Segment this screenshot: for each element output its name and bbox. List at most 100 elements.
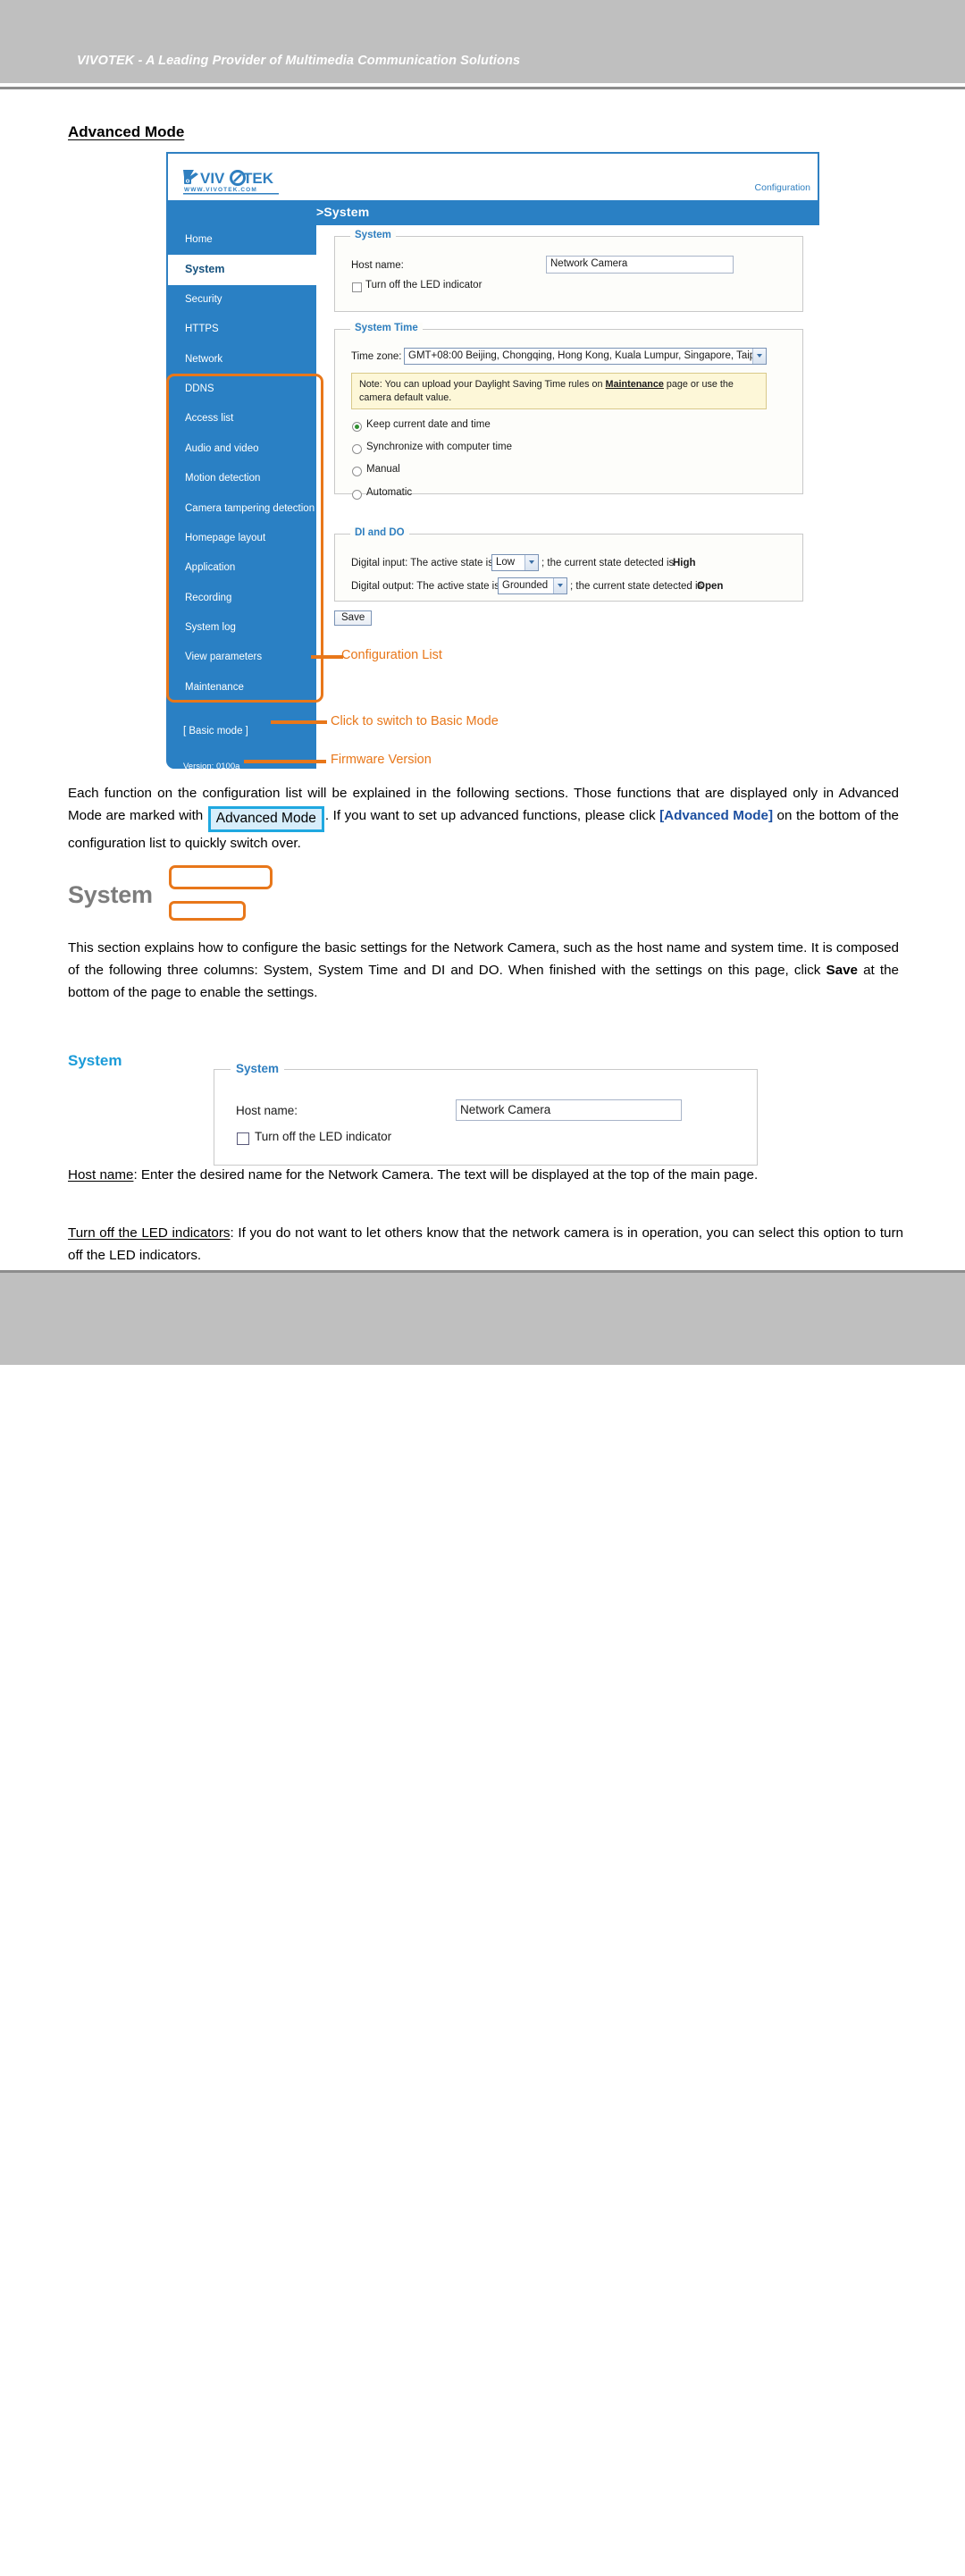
firmware-version-label: Version: 0100a: [183, 762, 240, 771]
di-and-do-fieldset: DI and DO Digital input: The active stat…: [334, 527, 803, 602]
led-indicator-label: Turn off the LED indicator: [365, 280, 482, 290]
screenshot-title-text: >System: [316, 205, 370, 219]
paragraph-host-name-rest: : Enter the desired name for the Network…: [133, 1167, 759, 1183]
digital-output-mid: ; the current state detected is: [570, 581, 703, 592]
heading-advanced-mode: Advanced Mode: [68, 123, 185, 140]
radio-synchronize-with-computer-time[interactable]: [352, 444, 362, 454]
digital-input-select[interactable]: Low: [491, 554, 539, 571]
sidebar-item-camera-tampering-detection[interactable]: Camera tampering detection: [168, 494, 316, 524]
sidebar-item-application[interactable]: Application: [168, 553, 316, 583]
annotation-label-firmware-version: Firmware Version: [331, 753, 432, 767]
paragraph-host-name-term: Host name: [68, 1167, 134, 1183]
svg-text:TEK: TEK: [243, 170, 274, 187]
system-panel-host-name-input[interactable]: Network Camera: [456, 1099, 682, 1121]
paragraph-led-indicators: Turn off the LED indicators: If you do n…: [68, 1222, 903, 1267]
system-panel-fieldset: System Host name: Network Camera Turn of…: [214, 1062, 758, 1166]
paragraph-system-part1: This section explains how to configure t…: [68, 940, 899, 978]
screenshot-title-bar: >System: [168, 200, 818, 225]
system-panel-led-checkbox[interactable]: [237, 1132, 249, 1145]
annotation-leader-firmware-version: [244, 760, 326, 763]
svg-text:VIV: VIV: [200, 170, 225, 187]
screenshot-logo-bar: VIV TEK WWW.VIVOTEK.COM Configuration: [168, 154, 818, 200]
host-name-label: Host name:: [351, 260, 404, 271]
time-zone-label: Time zone:: [351, 351, 402, 362]
radio-manual[interactable]: [352, 467, 362, 476]
sidebar-item-https[interactable]: HTTPS: [168, 315, 316, 344]
sidebar-item-view-parameters[interactable]: View parameters: [168, 643, 316, 672]
system-panel-host-name-label: Host name:: [236, 1104, 298, 1117]
save-button[interactable]: Save: [334, 610, 373, 626]
page-header-title: VIVOTEK - A Leading Provider of Multimed…: [77, 54, 521, 68]
system-time-fieldset: System Time Time zone: GMT+08:00 Beijing…: [334, 323, 803, 500]
sidebar-item-home[interactable]: Home: [168, 225, 316, 255]
sidebar-item-system-log[interactable]: System log: [168, 613, 316, 643]
page-footer-band: 24 - User's Manual: [0, 1273, 965, 2576]
maintenance-link[interactable]: Maintenance: [606, 379, 664, 390]
digital-output-state: Open: [697, 581, 724, 592]
sidebar-item-audio-and-video[interactable]: Audio and video: [168, 434, 316, 464]
sidebar-item-access-list[interactable]: Access list: [168, 404, 316, 434]
header-divider: [0, 87, 965, 89]
daylight-saving-note: Note: You can upload your Daylight Savin…: [351, 373, 767, 409]
annotation-leader-basic-mode: [271, 720, 327, 724]
note-text-before: Note: You can upload your Daylight Savin…: [359, 379, 606, 390]
radio-automatic[interactable]: [352, 490, 362, 500]
radio-keep-current-date-and-time[interactable]: [352, 422, 362, 432]
system-panel-legend: System: [231, 1062, 285, 1075]
page-footer-text: 24 - User's Manual: [70, 2563, 172, 2576]
host-name-input[interactable]: Network Camera: [546, 256, 734, 274]
digital-input-state: High: [673, 558, 696, 568]
svg-text:WWW.VIVOTEK.COM: WWW.VIVOTEK.COM: [184, 187, 257, 193]
digital-input-prefix: Digital input: The active state is: [351, 558, 493, 568]
led-indicator-checkbox[interactable]: [352, 282, 362, 292]
sidebar-item-network[interactable]: Network: [168, 345, 316, 375]
digital-output-prefix: Digital output: The active state is: [351, 581, 499, 592]
heading-system: System: [68, 881, 153, 908]
di-and-do-fieldset-legend: DI and DO: [350, 527, 409, 538]
radio-label-keep-current-date-and-time: Keep current date and time: [366, 419, 491, 430]
advanced-mode-link[interactable]: [Advanced Mode]: [659, 808, 773, 823]
sidebar-item-system[interactable]: System: [168, 255, 316, 285]
paragraph-advanced-part2: . If you want to set up advanced functio…: [324, 808, 660, 823]
system-fieldset: System Host name: Network Camera Turn of…: [334, 230, 803, 312]
configuration-sidebar: Home System Security HTTPS Network DDNS …: [168, 225, 316, 771]
annotation-outline-firmware-version: [169, 901, 246, 921]
configuration-link[interactable]: Configuration: [755, 182, 810, 193]
system-panel-led-label: Turn off the LED indicator: [255, 1130, 392, 1143]
sidebar-item-recording[interactable]: Recording: [168, 584, 316, 613]
time-zone-select[interactable]: GMT+08:00 Beijing, Chongqing, Hong Kong,…: [404, 348, 767, 365]
radio-label-automatic: Automatic: [366, 487, 413, 498]
system-time-fieldset-legend: System Time: [350, 323, 423, 333]
paragraph-led-term: Turn off the LED indicators: [68, 1225, 231, 1241]
vivotek-logo: VIV TEK WWW.VIVOTEK.COM: [183, 170, 279, 195]
system-fieldset-legend: System: [350, 230, 396, 240]
chevron-down-icon: [524, 555, 538, 570]
sidebar-item-maintenance[interactable]: Maintenance: [168, 673, 316, 703]
annotation-label-configuration-list: Configuration List: [341, 648, 442, 662]
page-header-band: VIVOTEK - A Leading Provider of Multimed…: [0, 0, 965, 83]
paragraph-advanced-mode: Each function on the configuration list …: [68, 782, 899, 854]
time-zone-select-value: GMT+08:00 Beijing, Chongqing, Hong Kong,…: [408, 350, 764, 361]
digital-input-mid: ; the current state detected is: [541, 558, 675, 568]
digital-input-select-value: Low: [496, 557, 516, 568]
sidebar-item-security[interactable]: Security: [168, 285, 316, 315]
advanced-mode-badge: Advanced Mode: [207, 806, 324, 832]
subheading-system: System: [68, 1052, 122, 1069]
configuration-panel: System Host name: Network Camera Turn of…: [316, 225, 819, 769]
annotation-outline-basic-mode: [169, 865, 273, 889]
paragraph-system-bold-save: Save: [826, 963, 858, 978]
paragraph-system-intro: This section explains how to configure t…: [68, 937, 899, 1004]
chevron-down-icon: [553, 578, 566, 593]
digital-output-select[interactable]: Grounded: [498, 577, 567, 594]
chevron-down-icon: [752, 349, 766, 364]
annotation-leader-configuration-list: [311, 655, 343, 659]
sidebar-item-homepage-layout[interactable]: Homepage layout: [168, 524, 316, 553]
camera-ui-screenshot: VIV TEK WWW.VIVOTEK.COM Configuration >S…: [166, 152, 819, 771]
sidebar-item-ddns[interactable]: DDNS: [168, 375, 316, 404]
sidebar-item-motion-detection[interactable]: Motion detection: [168, 464, 316, 493]
digital-output-select-value: Grounded: [502, 580, 549, 591]
annotation-label-basic-mode: Click to switch to Basic Mode: [331, 714, 499, 728]
basic-mode-link[interactable]: [ Basic mode ]: [183, 726, 248, 737]
paragraph-host-name: Host name: Enter the desired name for th…: [68, 1164, 899, 1186]
radio-label-manual: Manual: [366, 464, 400, 475]
